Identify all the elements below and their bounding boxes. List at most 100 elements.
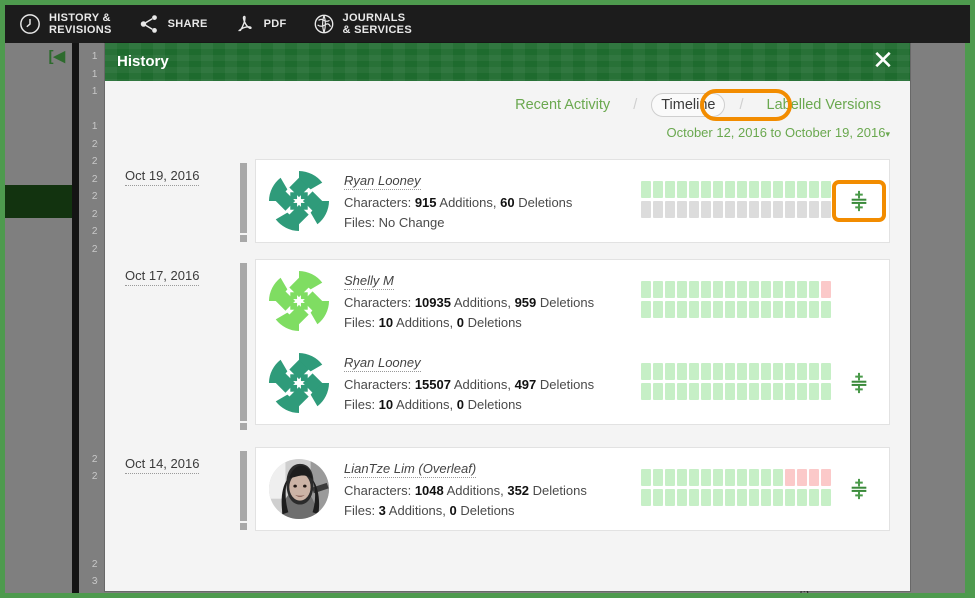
expand-compare-button[interactable] xyxy=(841,372,877,394)
history-entry[interactable]: Shelly M Characters: 10935 Additions, 95… xyxy=(256,260,889,342)
change-block xyxy=(641,489,651,506)
timeline-track xyxy=(240,263,247,421)
history-entry[interactable]: LianTze Lim (Overleaf) Characters: 1048 … xyxy=(256,448,889,530)
change-block xyxy=(713,383,723,400)
editor-selected-file[interactable] xyxy=(5,185,72,218)
change-block xyxy=(689,489,699,506)
change-block xyxy=(737,281,747,298)
editor-pane-divider[interactable] xyxy=(72,43,79,593)
stat-line: Characters: 915 Additions, 60 Deletions xyxy=(344,195,573,210)
history-card[interactable]: Ryan Looney Characters: 915 Additions, 6… xyxy=(255,159,890,243)
change-block xyxy=(713,201,723,218)
entry-meta: LianTze Lim (Overleaf) Characters: 1048 … xyxy=(330,460,641,518)
stat-line: Files: 10 Additions, 0 Deletions xyxy=(344,315,522,330)
change-block xyxy=(701,469,711,486)
change-bars xyxy=(641,363,841,403)
change-block xyxy=(737,363,747,380)
avatar xyxy=(268,170,330,232)
change-block xyxy=(737,469,747,486)
change-bar-row xyxy=(641,301,841,318)
change-block xyxy=(725,489,735,506)
entry-meta: Ryan Looney Characters: 915 Additions, 6… xyxy=(330,172,641,230)
change-block xyxy=(773,489,783,506)
change-block xyxy=(785,489,795,506)
app-root: HISTORY & REVISIONS SHARE PDF JOURNALS &… xyxy=(0,0,975,598)
date-range-selector[interactable]: October 12, 2016 to October 19, 2016▾ xyxy=(666,125,890,140)
change-block xyxy=(809,201,819,218)
expand-compare-icon xyxy=(851,190,867,212)
change-block xyxy=(761,301,771,318)
entry-author[interactable]: Shelly M xyxy=(344,273,394,290)
toolbar-item-label: PDF xyxy=(263,18,287,30)
toolbar-item-journals-services[interactable]: JOURNALS & SERVICES xyxy=(313,12,412,36)
collapse-left-icon: [◀ xyxy=(48,48,65,65)
timeline-pip xyxy=(240,523,247,530)
change-block xyxy=(797,301,807,318)
change-block xyxy=(677,301,687,318)
entry-meta: Ryan Looney Characters: 15507 Additions,… xyxy=(330,354,641,412)
tab-recent-activity[interactable]: Recent Activity xyxy=(506,94,619,116)
change-block xyxy=(725,301,735,318)
history-card[interactable]: LianTze Lim (Overleaf) Characters: 1048 … xyxy=(255,447,890,531)
change-block xyxy=(725,469,735,486)
history-entry[interactable]: Ryan Looney Characters: 15507 Additions,… xyxy=(256,342,889,424)
entry-author[interactable]: LianTze Lim (Overleaf) xyxy=(344,461,477,478)
tab-labelled-versions[interactable]: Labelled Versions xyxy=(758,94,890,116)
change-block xyxy=(761,181,771,198)
editor-collapse-toggle[interactable]: [◀ xyxy=(5,43,72,69)
stat-line: Characters: 15507 Additions, 497 Deletio… xyxy=(344,377,595,392)
change-block xyxy=(665,201,675,218)
change-block xyxy=(641,469,651,486)
tab-timeline[interactable]: Timeline xyxy=(651,93,726,117)
expand-compare-button[interactable] xyxy=(841,478,877,500)
change-block xyxy=(701,489,711,506)
avatar xyxy=(268,352,330,414)
toolbar-item-pdf[interactable]: PDF xyxy=(234,13,287,35)
change-block xyxy=(797,383,807,400)
change-block xyxy=(653,489,663,506)
change-block xyxy=(653,363,663,380)
change-block xyxy=(809,181,819,198)
change-block xyxy=(761,201,771,218)
timeline-track xyxy=(240,451,247,521)
history-entry[interactable]: Ryan Looney Characters: 915 Additions, 6… xyxy=(256,160,889,242)
change-block xyxy=(785,301,795,318)
toolbar-item-label: HISTORY & REVISIONS xyxy=(49,12,112,36)
toolbar-item-history-revisions[interactable]: HISTORY & REVISIONS xyxy=(19,12,112,36)
change-block xyxy=(665,489,675,506)
change-block xyxy=(797,201,807,218)
entry-author[interactable]: Ryan Looney xyxy=(344,173,421,190)
close-icon[interactable]: ✕ xyxy=(868,47,898,77)
timeline-gap xyxy=(105,435,910,447)
history-card[interactable]: Shelly M Characters: 10935 Additions, 95… xyxy=(255,259,890,425)
change-bar-row xyxy=(641,281,841,298)
change-block xyxy=(641,281,651,298)
change-block xyxy=(701,301,711,318)
toolbar-item-label: JOURNALS & SERVICES xyxy=(342,12,412,36)
change-block xyxy=(689,383,699,400)
stat-line: Files: 3 Additions, 0 Deletions xyxy=(344,503,515,518)
change-block xyxy=(773,201,783,218)
timeline-group: Oct 14, 2016 LianTze Lim (Overleaf) Char… xyxy=(105,447,910,535)
timeline-group: Oct 17, 2016 Shelly M Characters: 10935 … xyxy=(105,259,910,435)
toolbar-item-share[interactable]: SHARE xyxy=(138,13,208,35)
timeline-track-column xyxy=(233,259,255,435)
change-bar-row xyxy=(641,469,841,486)
change-bar-row xyxy=(641,489,841,506)
change-block xyxy=(665,181,675,198)
change-block xyxy=(749,489,759,506)
timeline-track-column xyxy=(233,159,255,247)
stat-line: Characters: 10935 Additions, 959 Deletio… xyxy=(344,295,595,310)
history-modal-body: Recent Activity / Timeline / Labelled Ve… xyxy=(105,81,910,591)
change-block xyxy=(737,301,747,318)
change-block xyxy=(749,469,759,486)
expand-compare-button[interactable] xyxy=(841,190,877,212)
pdf-icon xyxy=(234,13,256,35)
change-block xyxy=(689,201,699,218)
date-range-label: October 12, 2016 to October 19, 2016 xyxy=(666,125,886,140)
change-block xyxy=(713,363,723,380)
change-block xyxy=(713,181,723,198)
change-block xyxy=(809,383,819,400)
entry-author[interactable]: Ryan Looney xyxy=(344,355,421,372)
change-block xyxy=(725,383,735,400)
